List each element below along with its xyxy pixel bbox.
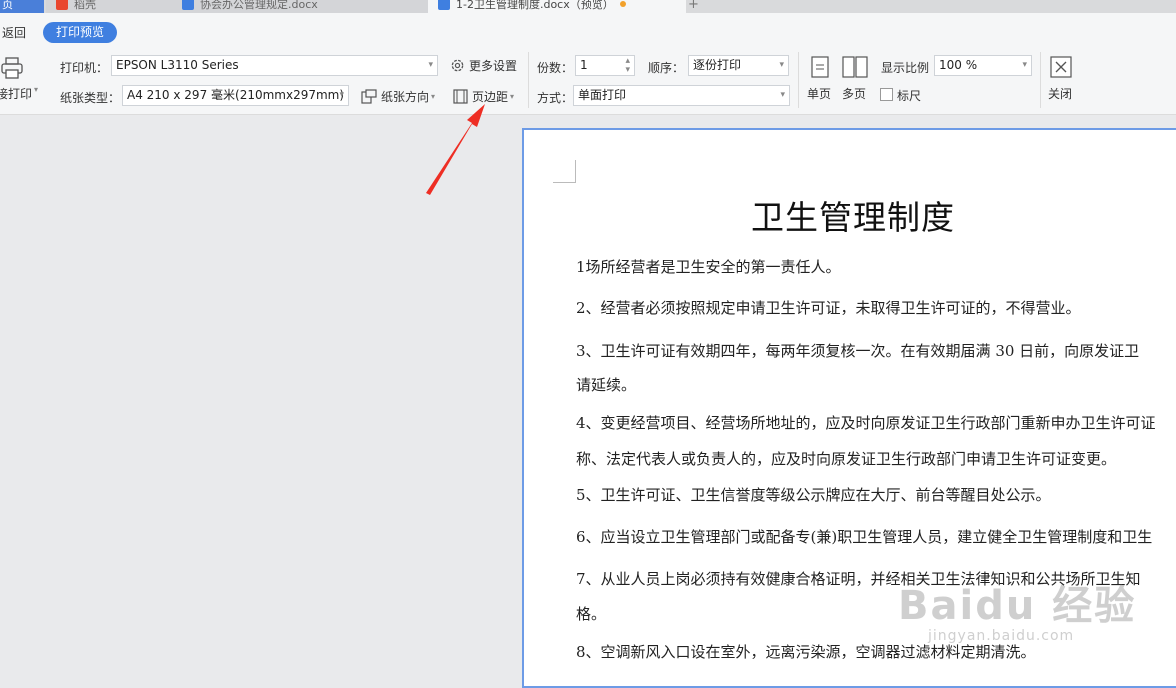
word-doc-icon (182, 0, 194, 10)
document-paragraph: 请延续。 (576, 376, 637, 394)
back-button[interactable]: 返回 (2, 24, 26, 41)
unsaved-dot-icon (619, 1, 626, 7)
chevron-down-icon: ▾ (339, 90, 344, 100)
copies-stepper[interactable]: 1 ▴ ▾ (575, 55, 635, 76)
document-paragraph: 6、应当设立卫生管理部门或配备专(兼)职卫生管理人员，建立健全卫生管理制度和卫生 (576, 528, 1153, 546)
plus-icon: + (688, 0, 699, 12)
watermark-sub-text: jingyan.baidu.com (928, 628, 1075, 644)
watermark-main-text: Baidu 经验 (898, 583, 1137, 629)
tab-document-2-label: 协会办公管理规定.docx (200, 0, 318, 11)
chevron-down-icon: ▾ (34, 85, 39, 94)
tab-active-document[interactable]: 1-2卫生管理制度.docx（预览） (428, 0, 686, 13)
more-settings-button[interactable]: 更多设置 (450, 57, 517, 74)
copies-label: 份数： (537, 61, 574, 75)
word-doc-icon (438, 0, 450, 10)
document-paragraph: 2、经营者必须按照规定申请卫生许可证，未取得卫生许可证的，不得营业。 (576, 299, 1081, 317)
preview-subbar: 返回 打印预览 (0, 13, 1176, 46)
mode-label: 方式： (537, 91, 574, 105)
tab-document-2[interactable]: 协会办公管理规定.docx (172, 0, 434, 13)
printer-label: 打印机： (60, 61, 109, 75)
chevron-down-icon: ▾ (510, 92, 515, 101)
tab-home[interactable]: 页 (0, 0, 44, 13)
printer-select[interactable]: EPSON L3110 Series ▾ (111, 55, 438, 76)
document-paragraph: 4、变更经营项目、经营场所地址的，应及时向原发证卫生行政部门重新申办卫生许可证 (576, 414, 1156, 432)
paper-type-label: 纸张类型： (60, 91, 121, 105)
direct-print-button[interactable]: 直接打印 ▾ (0, 54, 40, 106)
printer-icon (1, 57, 23, 79)
chevron-down-icon: ▾ (1022, 60, 1027, 70)
print-preview-badge[interactable]: 打印预览 (43, 22, 117, 43)
ribbon-separator (528, 52, 529, 108)
multi-page-icon (842, 56, 868, 78)
checkbox-icon (880, 88, 893, 101)
close-preview-button[interactable]: 关闭 (1046, 54, 1076, 102)
chevron-down-icon: ▾ (779, 60, 784, 70)
ribbon-separator (798, 52, 799, 108)
baidu-watermark: Baidu 经验 jingyan.baidu.com (898, 573, 1138, 653)
print-preview-ribbon: 直接打印 ▾ 打印机： EPSON L3110 Series ▾ 更多设置 纸张… (0, 46, 1176, 115)
stepper-arrows-icon[interactable]: ▴ ▾ (625, 57, 630, 75)
ruler-label: 标尺 (897, 89, 922, 103)
multi-page-button[interactable]: 多页 (840, 54, 870, 102)
copies-value: 1 (580, 58, 588, 72)
print-mode-select-value: 单面打印 (578, 88, 627, 102)
single-page-button[interactable]: 单页 (806, 54, 834, 102)
tab-active-label: 1-2卫生管理制度.docx（预览） (456, 0, 614, 11)
multi-page-label: 多页 (842, 87, 867, 101)
page-orientation-icon (361, 89, 377, 104)
document-title: 卫生管理制度 (751, 198, 955, 237)
tab-daoke[interactable]: 稻壳 (46, 0, 178, 13)
order-select[interactable]: 逐份打印 ▾ (688, 55, 789, 76)
document-paragraph: 称、法定代表人或负责人的，应及时向原发证卫生行政部门申请卫生许可证变更。 (576, 450, 1117, 468)
direct-print-label: 直接打印 (0, 87, 33, 101)
gear-icon (451, 59, 464, 72)
ruler-checkbox[interactable]: 标尺 (880, 86, 930, 103)
paper-type-select[interactable]: A4 210 x 297 毫米(210mmx297mm) ▾ (122, 85, 349, 106)
more-settings-label: 更多设置 (469, 59, 518, 73)
close-icon (1050, 56, 1072, 78)
zoom-label: 显示比例 (881, 61, 930, 75)
daoke-icon (56, 0, 68, 10)
document-paragraph: 3、卫生许可证有效期四年，每两年须复核一次。在有效期届满 30 日前，向原发证卫 (576, 342, 1140, 360)
printer-select-value: EPSON L3110 Series (116, 58, 239, 72)
order-select-value: 逐份打印 (693, 58, 742, 72)
paper-type-select-value: A4 210 x 297 毫米(210mmx297mm) (127, 88, 345, 102)
tab-home-label: 页 (2, 0, 13, 11)
tab-strip: 页 稻壳 协会办公管理规定.docx 1-2卫生管理制度.docx（预览） + (0, 0, 1176, 13)
ribbon-separator (1040, 52, 1041, 108)
single-page-label: 单页 (807, 87, 832, 101)
close-label: 关闭 (1048, 87, 1073, 101)
print-mode-select[interactable]: 单面打印 ▾ (573, 85, 790, 106)
zoom-select[interactable]: 100 % ▾ (934, 55, 1032, 76)
single-page-icon (811, 56, 829, 78)
document-paragraph: 5、卫生许可证、卫生信誉度等级公示牌应在大厅、前台等醒目处公示。 (576, 486, 1051, 504)
chevron-down-icon: ▾ (428, 60, 433, 70)
order-label: 顺序： (648, 61, 685, 75)
margin-corner-mark (553, 160, 576, 183)
zoom-select-value: 100 % (939, 58, 978, 72)
new-tab-button[interactable]: + (688, 0, 708, 13)
red-annotation-arrow (426, 104, 485, 195)
tab-daoke-label: 稻壳 (74, 0, 96, 11)
document-paragraph: 1场所经营者是卫生安全的第一责任人。 (576, 258, 841, 276)
document-paragraph: 格。 (576, 605, 607, 623)
chevron-down-icon: ▾ (780, 90, 785, 100)
